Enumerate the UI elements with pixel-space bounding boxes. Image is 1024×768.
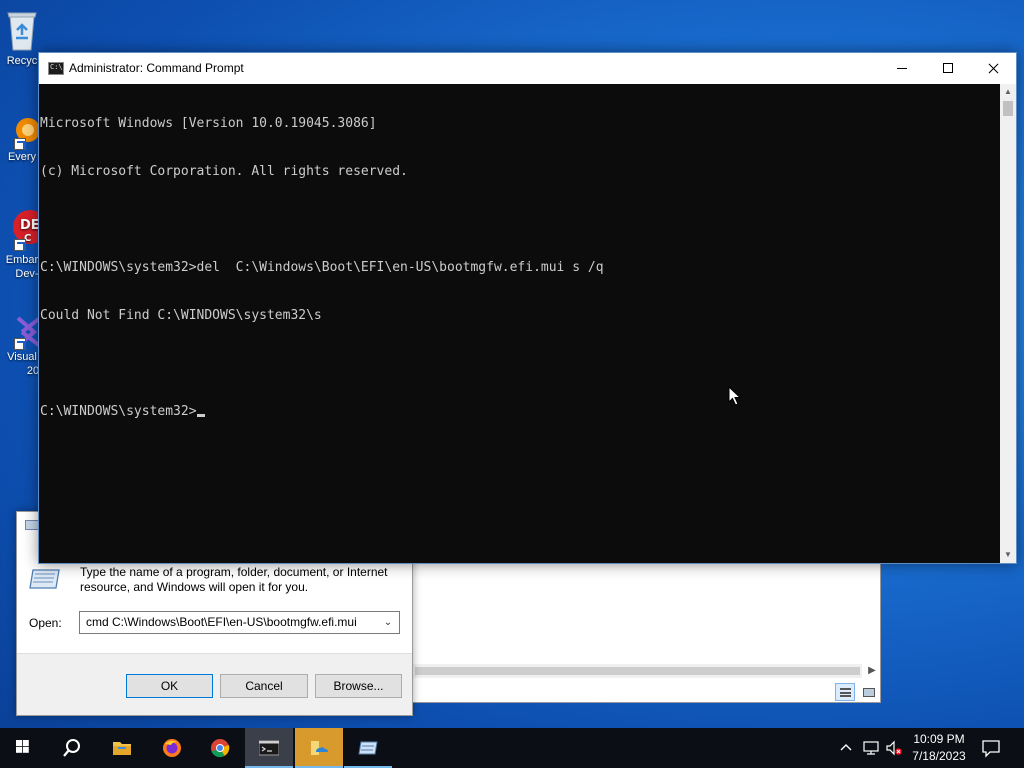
text-cursor <box>196 414 205 417</box>
run-icon <box>29 569 60 589</box>
ok-button[interactable]: OK <box>126 674 213 698</box>
network-icon[interactable] <box>863 740 879 756</box>
scroll-down-icon[interactable]: ▼ <box>1000 547 1016 563</box>
taskbar-command-prompt[interactable] <box>245 728 293 768</box>
maximize-button[interactable] <box>925 53 971 84</box>
folder-cloud-icon <box>311 741 328 755</box>
minimize-button[interactable] <box>879 53 925 84</box>
console-prompt-line[interactable]: C:\WINDOWS\system32> <box>40 404 999 420</box>
console-line: Microsoft Windows [Version 10.0.19045.30… <box>40 116 377 131</box>
chevron-down-icon[interactable]: ⌄ <box>381 614 395 631</box>
maximize-icon <box>943 63 953 73</box>
recycle-bin-icon <box>7 12 37 51</box>
large-icons-view-icon <box>863 688 875 697</box>
run-icon <box>358 741 378 755</box>
horizontal-scrollbar[interactable] <box>413 664 862 678</box>
folder-icon <box>113 742 131 755</box>
svg-text:DE: DE <box>20 218 40 233</box>
cmd-app-icon: C:\_ <box>48 62 67 75</box>
search-icon <box>63 739 80 757</box>
taskbar-chrome[interactable] <box>196 728 244 768</box>
chevron-up-icon[interactable] <box>838 740 854 756</box>
minimize-icon <box>897 68 907 69</box>
background-window[interactable]: ▶ <box>412 556 881 703</box>
scroll-up-icon[interactable]: ▲ <box>1000 84 1016 100</box>
console-line: (c) Microsoft Corporation. All rights re… <box>40 164 408 179</box>
cancel-button[interactable]: Cancel <box>220 674 308 698</box>
scroll-right-icon[interactable]: ▶ <box>865 664 879 678</box>
command-prompt-window[interactable]: C:\_ Administrator: Command Prompt Micro… <box>38 52 1017 564</box>
details-view-icon <box>840 688 851 697</box>
shortcut-arrow-icon <box>14 338 26 350</box>
shortcut-arrow-icon <box>14 138 26 150</box>
start-button[interactable] <box>0 728 48 768</box>
open-label: Open: <box>29 616 62 630</box>
run-titlebar-icon <box>25 520 39 530</box>
notification-center-icon[interactable] <box>980 737 1002 759</box>
console-line: Could Not Find C:\WINDOWS\system32\s <box>40 308 322 323</box>
taskbar-clock[interactable]: 10:09 PM 7/18/2023 <box>904 731 974 765</box>
vertical-scrollbar[interactable]: ▲ ▼ <box>1000 84 1016 563</box>
firefox-icon <box>163 739 181 757</box>
browse-button[interactable]: Browse... <box>315 674 402 698</box>
open-input[interactable]: cmd C:\Windows\Boot\EFI\en-US\bootmgfw.e… <box>79 611 400 634</box>
console-output[interactable]: Microsoft Windows [Version 10.0.19045.30… <box>40 84 999 563</box>
windows-logo-icon <box>16 740 29 753</box>
taskbar-explorer-window[interactable] <box>295 728 343 768</box>
chrome-icon <box>211 739 230 758</box>
taskbar-file-explorer[interactable] <box>98 728 146 768</box>
cmd-titlebar[interactable]: C:\_ Administrator: Command Prompt <box>39 53 1016 84</box>
clock-date: 7/18/2023 <box>912 749 966 763</box>
shortcut-arrow-icon <box>14 239 26 251</box>
search-button[interactable] <box>48 728 96 768</box>
details-view-button[interactable] <box>835 683 855 701</box>
console-prompt: C:\WINDOWS\system32> <box>40 404 197 419</box>
scrollbar-thumb[interactable] <box>415 667 860 675</box>
taskbar-firefox[interactable] <box>148 728 196 768</box>
command-prompt-icon <box>259 740 279 756</box>
clock-time: 10:09 PM <box>913 732 965 746</box>
open-input-value: cmd C:\Windows\Boot\EFI\en-US\bootmgfw.e… <box>86 615 357 629</box>
volume-muted-icon[interactable] <box>886 740 902 756</box>
taskbar-run[interactable] <box>344 728 392 768</box>
window-title: Administrator: Command Prompt <box>69 61 244 75</box>
mouse-pointer-icon <box>728 386 742 406</box>
run-description: Type the name of a program, folder, docu… <box>80 565 388 594</box>
large-icons-view-button[interactable] <box>858 683 878 701</box>
scrollbar-thumb[interactable] <box>1003 101 1013 116</box>
console-line: C:\WINDOWS\system32>del C:\Windows\Boot\… <box>40 260 604 275</box>
close-button[interactable] <box>970 53 1016 84</box>
taskbar: 10:09 PM 7/18/2023 <box>0 728 1024 768</box>
